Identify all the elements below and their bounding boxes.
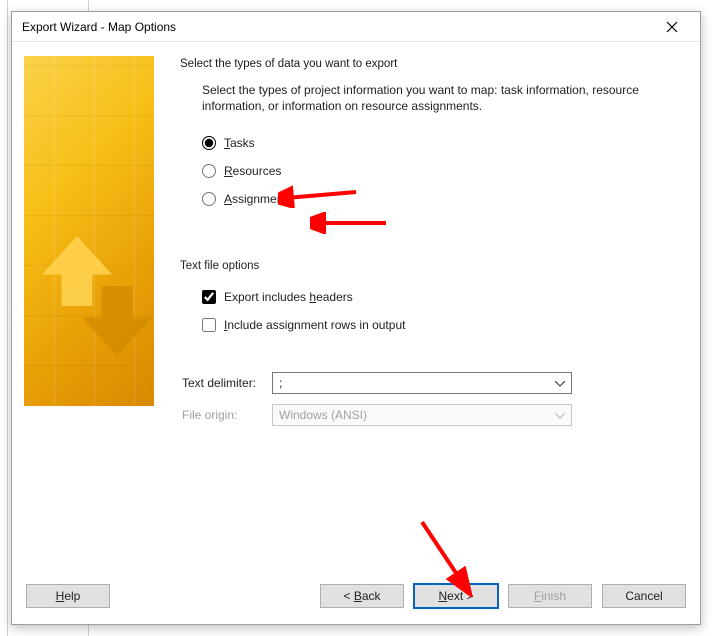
back-button[interactable]: < Back <box>320 584 404 608</box>
file-origin-select: Windows (ANSI) <box>272 404 572 426</box>
checkbox-headers-input[interactable] <box>202 290 216 304</box>
wizard-sidebar-image <box>24 56 154 406</box>
checkbox-assignment-rows-label: Include assignment rows in output <box>224 318 405 332</box>
text-delimiter-row: Text delimiter: ; <box>182 372 684 394</box>
radio-assignments[interactable]: Assignments <box>202 190 684 208</box>
radio-resources-label: Resources <box>224 164 281 178</box>
checkbox-headers-label: Export includes headers <box>224 290 353 304</box>
dialog-title: Export Wizard - Map Options <box>22 20 176 34</box>
checkbox-headers[interactable]: Export includes headers <box>202 288 684 306</box>
wizard-main: Select the types of data you want to exp… <box>180 52 684 574</box>
radio-tasks-label: Tasks <box>224 136 255 150</box>
radio-assignments-input[interactable] <box>202 192 216 206</box>
text-options-group: Export includes headers Include assignme… <box>202 288 684 334</box>
finish-button: Finish <box>508 584 592 608</box>
titlebar: Export Wizard - Map Options <box>12 12 700 42</box>
checkbox-assignment-rows-input[interactable] <box>202 318 216 332</box>
file-origin-label: File origin: <box>182 408 272 422</box>
text-delimiter-select[interactable]: ; <box>272 372 572 394</box>
export-wizard-dialog: Export Wizard - Map Options Select the t… <box>11 11 701 625</box>
section-title: Select the types of data you want to exp… <box>180 58 684 70</box>
help-button[interactable]: Help <box>26 584 110 608</box>
radio-tasks-input[interactable] <box>202 136 216 150</box>
radio-tasks[interactable]: Tasks <box>202 134 684 152</box>
file-origin-row: File origin: Windows (ANSI) <box>182 404 684 426</box>
radio-resources[interactable]: Resources <box>202 162 684 180</box>
close-icon <box>666 21 678 33</box>
text-delimiter-value: ; <box>279 376 282 390</box>
annotation-arrow-icon <box>310 212 390 234</box>
chevron-down-icon <box>555 408 565 422</box>
next-button[interactable]: Next > <box>414 584 498 608</box>
file-origin-value: Windows (ANSI) <box>279 408 367 422</box>
radio-resources-input[interactable] <box>202 164 216 178</box>
cancel-button[interactable]: Cancel <box>602 584 686 608</box>
button-bar: Help < Back Next > Finish Cancel <box>12 574 700 624</box>
radio-assignments-label: Assignments <box>224 192 293 206</box>
chevron-down-icon <box>555 376 565 390</box>
checkbox-assignment-rows[interactable]: Include assignment rows in output <box>202 316 684 334</box>
text-options-title: Text file options <box>180 260 684 272</box>
data-type-group: Tasks Resources Assignments <box>202 134 684 208</box>
section-description: Select the types of project information … <box>202 82 644 114</box>
close-button[interactable] <box>652 13 692 41</box>
text-delimiter-label: Text delimiter: <box>182 376 272 390</box>
